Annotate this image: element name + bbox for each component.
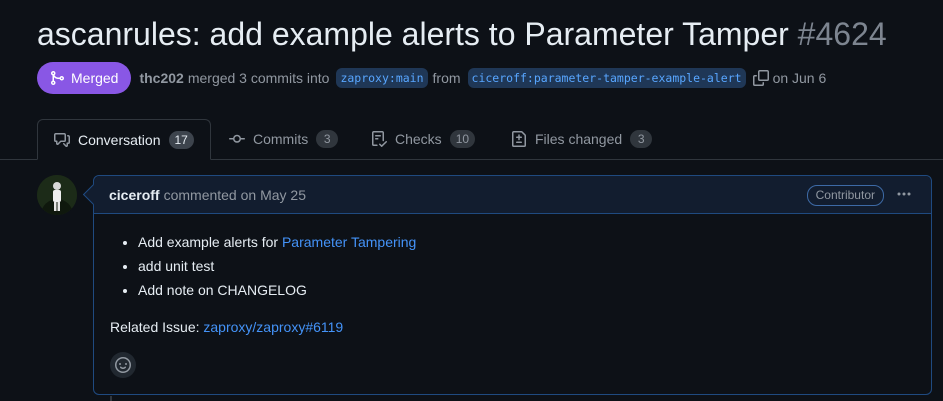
tab-commits-count: 3 <box>316 130 339 148</box>
comment-author-link[interactable]: ciceroff <box>109 187 160 203</box>
pr-meta: Merged thc202 merged 3 commits into zapr… <box>37 62 830 94</box>
tab-files-changed-count: 3 <box>630 130 653 148</box>
comment-box: ciceroff commented on May 25 Contributor… <box>93 175 932 395</box>
parameter-tampering-link[interactable]: Parameter Tampering <box>282 234 416 250</box>
merged-text: merged 3 commits into <box>187 70 330 86</box>
merged-state-label: Merged <box>71 70 119 86</box>
tab-conversation-label: Conversation <box>78 131 161 148</box>
copy-icon[interactable] <box>752 70 769 86</box>
head-branch-link[interactable]: ciceroff:parameter-tamper-example-alert <box>467 68 746 88</box>
comment-body: Add example alerts for Parameter Tamperi… <box>94 214 931 339</box>
tab-checks-label: Checks <box>395 131 442 147</box>
list-item: add unit test <box>138 254 915 278</box>
merged-state-badge: Merged <box>37 62 132 94</box>
merge-date: on Jun 6 <box>772 70 827 86</box>
related-issue-link[interactable]: zaproxy/zaproxy#6119 <box>203 319 343 335</box>
smiley-icon <box>115 357 131 373</box>
file-diff-icon <box>511 131 527 147</box>
base-branch-link[interactable]: zaproxy:main <box>336 68 428 88</box>
checklist-icon <box>371 131 387 147</box>
tab-conversation[interactable]: Conversation 17 <box>37 119 211 160</box>
list-item: Add example alerts for Parameter Tamperi… <box>138 230 915 254</box>
kebab-menu-icon[interactable] <box>895 186 913 202</box>
comment-header: ciceroff commented on May 25 Contributor <box>94 176 931 214</box>
related-issue: Related Issue: zaproxy/zaproxy#6119 <box>110 315 915 339</box>
avatar[interactable] <box>37 175 77 215</box>
list-item: Add note on CHANGELOG <box>138 278 915 302</box>
contributor-badge: Contributor <box>806 185 884 206</box>
tab-commits-label: Commits <box>253 131 309 147</box>
add-reaction-button[interactable] <box>110 352 136 378</box>
tab-checks-count: 10 <box>449 130 476 148</box>
git-merge-icon <box>49 70 65 86</box>
pull-request-page: ascanrules: add example alerts to Parame… <box>0 0 943 401</box>
tab-conversation-count: 17 <box>168 130 194 149</box>
tab-checks[interactable]: Checks 10 <box>371 119 476 159</box>
pr-title: ascanrules: add example alerts to Parame… <box>37 16 789 52</box>
comment-discussion-icon <box>54 132 70 148</box>
tab-files-changed[interactable]: Files changed 3 <box>511 119 653 159</box>
timeline-line <box>110 396 112 401</box>
pr-number: #4624 <box>797 16 887 52</box>
tab-files-changed-label: Files changed <box>535 131 623 147</box>
merger-link[interactable]: thc202 <box>139 70 183 86</box>
pr-tabs: Conversation 17 Commits 3 Checks 10 File… <box>0 119 943 160</box>
page-title: ascanrules: add example alerts to Parame… <box>37 14 887 54</box>
from-text: from <box>432 70 461 86</box>
related-issue-label: Related Issue: <box>110 319 200 335</box>
comment-timestamp[interactable]: commented on May 25 <box>164 187 306 203</box>
git-commit-icon <box>229 131 245 147</box>
comment-list: Add example alerts for Parameter Tamperi… <box>110 230 915 302</box>
tab-commits[interactable]: Commits 3 <box>229 119 339 159</box>
